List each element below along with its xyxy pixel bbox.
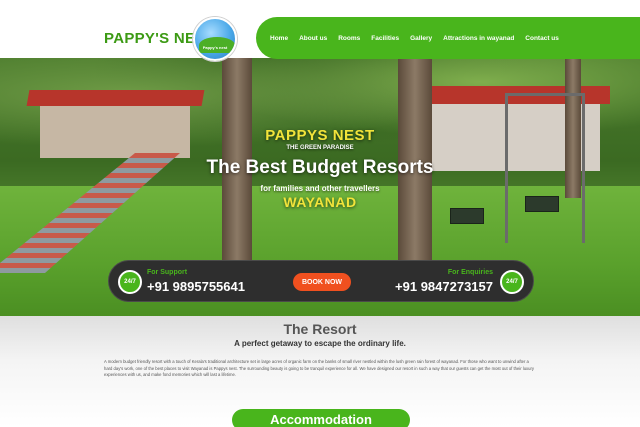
resort-section: The Resort A perfect getaway to escape t… <box>0 316 640 427</box>
nav-gallery[interactable]: Gallery <box>410 35 432 42</box>
accommodation-button[interactable]: Accommodation <box>232 409 410 427</box>
enquiry-label: For Enquiries <box>447 269 493 276</box>
resort-subtitle: A perfect getaway to escape the ordinary… <box>234 339 406 348</box>
nav-about-us[interactable]: About us <box>299 35 327 42</box>
logo-icon[interactable]: Pappy's nest <box>193 17 237 61</box>
resort-description: A modern budget friendly resort with a t… <box>104 359 534 378</box>
support-label: For Support <box>147 269 188 276</box>
hero-subtitle: for families and other travellers <box>260 184 380 193</box>
nav-attractions[interactable]: Attractions in wayanad <box>443 35 514 42</box>
enquiry-24-7-icon: 24/7 <box>500 270 524 294</box>
logo-text: Pappy's nest <box>202 45 228 50</box>
resort-title: The Resort <box>283 321 357 337</box>
cottage-left-roof <box>26 90 205 106</box>
hero-brand: PAPPYS NEST <box>265 127 375 144</box>
nav-rooms[interactable]: Rooms <box>338 35 360 42</box>
enquiry-phone[interactable]: +91 9847273157 <box>395 279 493 294</box>
nav-facilities[interactable]: Facilities <box>371 35 399 42</box>
book-now-button[interactable]: BOOK NOW <box>293 273 351 291</box>
contact-bar: 24/7 For Support +91 9895755641 BOOK NOW… <box>108 260 534 302</box>
main-nav: Home About us Rooms Facilities Gallery A… <box>256 17 640 59</box>
hero-tagline: THE GREEN PARADISE <box>286 145 354 151</box>
hero-title: The Best Budget Resorts <box>206 157 434 178</box>
support-24-7-icon: 24/7 <box>118 270 142 294</box>
nav-home[interactable]: Home <box>270 35 288 42</box>
site-header: PAPPY'S NEST Pappy's nest Home About us … <box>0 0 640 61</box>
nav-contact-us[interactable]: Contact us <box>525 35 559 42</box>
hero-location: WAYANAD <box>283 194 357 210</box>
support-phone[interactable]: +91 9895755641 <box>147 279 245 294</box>
swing-seat <box>450 208 484 224</box>
